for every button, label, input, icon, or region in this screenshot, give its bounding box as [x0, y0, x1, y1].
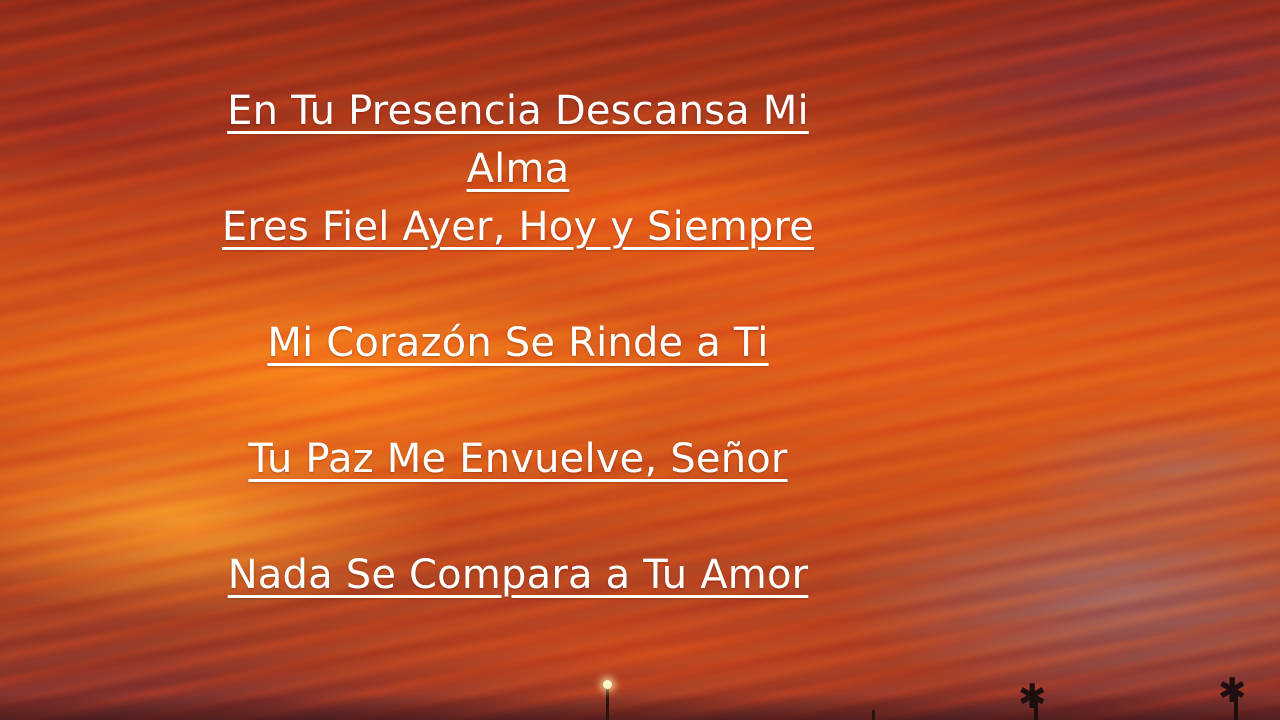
lyrics-block: En Tu Presencia Descansa Mi Alma Eres Fi… — [180, 82, 856, 604]
lyric-line: En Tu Presencia Descansa Mi Alma — [227, 88, 809, 192]
lyric-line: Eres Fiel Ayer, Hoy y Siempre — [221, 204, 815, 250]
lyric-stanza: Nada Se Compara a Tu Amor — [180, 546, 856, 604]
palm-tree-icon: ✱ — [1214, 674, 1258, 720]
small-pole — [872, 710, 875, 720]
lyric-stanza: Tu Paz Me Envuelve, Señor — [180, 430, 856, 488]
palm-tree-icon: ✱ — [1016, 680, 1056, 720]
lyric-stanza: Mi Corazón Se Rinde a Ti — [180, 314, 856, 372]
ground-silhouette — [0, 694, 1280, 720]
lyric-line: Mi Corazón Se Rinde a Ti — [267, 320, 769, 366]
lyric-line: Nada Se Compara a Tu Amor — [227, 552, 809, 598]
street-lamp-post — [606, 688, 609, 720]
street-lamp-light — [603, 680, 612, 689]
lyric-line: Tu Paz Me Envuelve, Señor — [248, 436, 788, 482]
lyric-stanza: En Tu Presencia Descansa Mi Alma Eres Fi… — [180, 82, 856, 256]
